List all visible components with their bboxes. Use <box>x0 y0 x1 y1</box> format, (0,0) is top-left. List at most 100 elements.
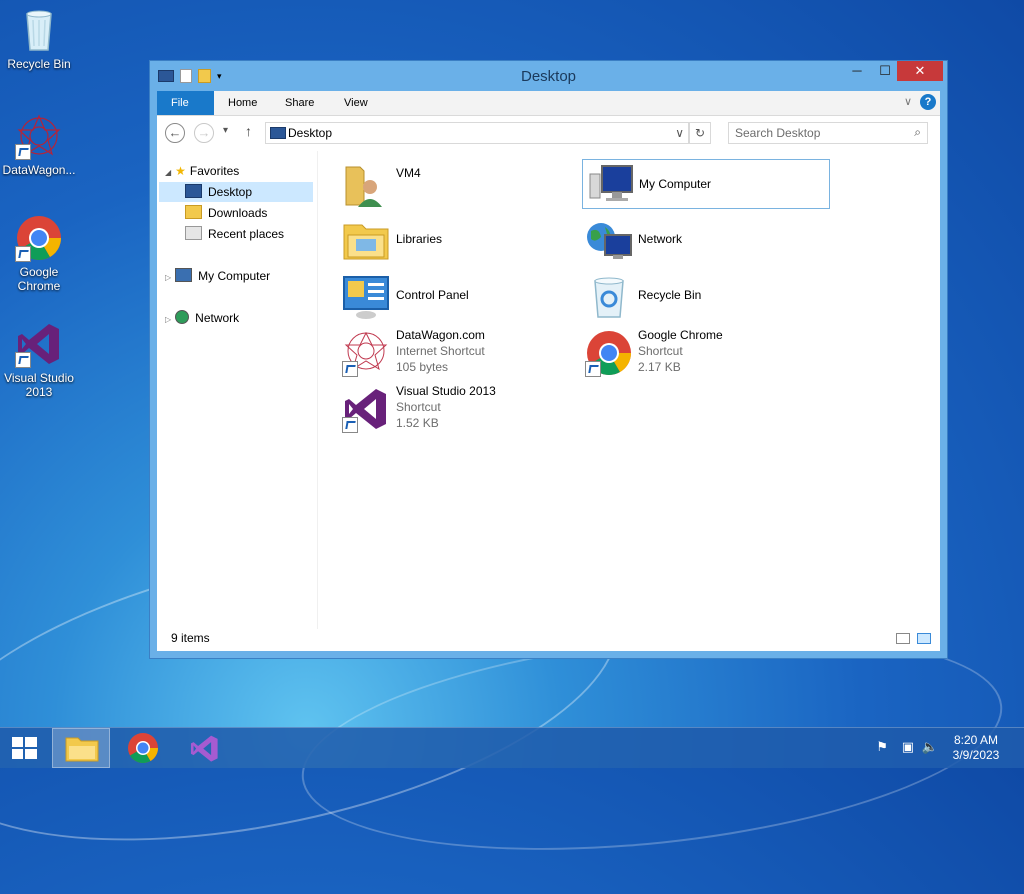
chevron-down-icon[interactable]: ∨ <box>675 126 684 140</box>
nav-label: Desktop <box>208 185 253 199</box>
nav-desktop[interactable]: Desktop <box>159 182 313 202</box>
list-item-datawagon[interactable]: DataWagon.com Internet Shortcut 105 byte… <box>328 327 578 379</box>
search-icon[interactable]: ⌕ <box>914 125 921 140</box>
recycle-bin-icon <box>15 6 63 54</box>
downloads-folder-icon <box>185 205 202 219</box>
address-text: Desktop <box>288 126 333 140</box>
forward-button[interactable]: → <box>194 123 214 143</box>
visual-studio-icon <box>342 385 390 433</box>
maximize-button[interactable]: ☐ <box>871 61 899 81</box>
collapsed-arrow-icon[interactable]: ▷ <box>165 273 171 282</box>
computer-icon <box>175 268 193 282</box>
item-name: DataWagon.com <box>396 328 485 342</box>
item-name: VM4 <box>396 166 421 180</box>
desktop-icon-recycle-bin[interactable]: Recycle Bin <box>0 6 78 71</box>
taskbar-chrome[interactable] <box>114 728 172 768</box>
item-name: Recycle Bin <box>638 288 702 302</box>
content-pane: VM4 My Computer Libraries Network Contro… <box>318 151 940 629</box>
list-item-control-panel[interactable]: Control Panel <box>328 271 578 323</box>
network-icon <box>175 310 190 324</box>
nav-label: Network <box>195 311 240 325</box>
nav-downloads[interactable]: Downloads <box>185 203 267 223</box>
desktop-icon <box>270 127 286 139</box>
desktop-icon-label: Recycle Bin <box>7 57 71 71</box>
recent-locations-button[interactable]: ▾ <box>223 125 228 136</box>
shortcut-arrow-icon <box>585 361 601 377</box>
tab-share[interactable]: Share <box>271 91 328 115</box>
desktop-icon-visual-studio[interactable]: Visual Studio 2013 <box>0 320 78 399</box>
back-button[interactable]: ← <box>165 123 185 143</box>
desktop-icon-datawagon[interactable]: DataWagon... <box>0 112 78 177</box>
minimize-button[interactable]: ─ <box>843 61 871 81</box>
chrome-icon <box>128 733 158 764</box>
explorer-window[interactable]: ▾ Desktop ─ ☐ ✕ File Home Share View ∨ ?… <box>149 60 948 659</box>
clock[interactable]: 8:20 AM 3/9/2023 <box>948 733 1004 763</box>
item-size: 2.17 KB <box>638 360 681 374</box>
window-client: File Home Share View ∨ ? ← → ▾ ↑ Desktop… <box>157 91 940 651</box>
tab-home[interactable]: Home <box>214 91 271 115</box>
desktop-icon-label: Visual Studio 2013 <box>4 371 74 399</box>
folder-icon <box>65 737 99 762</box>
shortcut-arrow-icon <box>342 361 358 377</box>
visual-studio-icon <box>190 735 218 762</box>
shortcut-arrow-icon <box>15 352 31 368</box>
address-bar-row: ← → ▾ ↑ Desktop ∨ ↻ Search Desktop ⌕ <box>157 116 940 151</box>
chrome-icon <box>15 214 63 262</box>
clock-time: 8:20 AM <box>953 733 999 747</box>
list-item-recycle-bin[interactable]: Recycle Bin <box>582 271 832 323</box>
user-folder-icon <box>342 161 390 209</box>
item-size: 105 bytes <box>396 360 449 374</box>
nav-favorites[interactable]: ◢ ★ Favorites <box>165 161 239 181</box>
libraries-icon <box>342 217 390 265</box>
tab-view[interactable]: View <box>330 91 382 115</box>
list-item-google-chrome[interactable]: Google Chrome Shortcut 2.17 KB <box>582 327 832 379</box>
refresh-button[interactable]: ↻ <box>689 122 711 144</box>
window-title: Desktop <box>520 68 577 85</box>
control-panel-icon <box>342 273 390 321</box>
item-name: Control Panel <box>396 288 469 302</box>
list-item-visual-studio[interactable]: Visual Studio 2013 Shortcut 1.52 KB <box>328 383 578 435</box>
item-size: 1.52 KB <box>396 416 439 430</box>
search-input[interactable]: Search Desktop ⌕ <box>728 122 928 144</box>
search-placeholder: Search Desktop <box>735 126 821 140</box>
recycle-bin-icon <box>585 273 633 321</box>
item-name: Visual Studio 2013 <box>396 384 496 398</box>
taskbar: ⚑ ▣ 🔈 8:20 AM 3/9/2023 <box>0 727 1024 768</box>
up-button[interactable]: ↑ <box>245 123 252 139</box>
nav-network[interactable]: ▷ Network <box>165 308 239 328</box>
expand-ribbon-icon[interactable]: ∨ <box>904 95 912 108</box>
desktop-icon-google-chrome[interactable]: Google Chrome <box>0 214 78 293</box>
volume-icon[interactable]: 🔈 <box>922 739 938 755</box>
flag-icon[interactable]: ⚑ <box>876 739 888 755</box>
shortcut-arrow-icon <box>15 246 31 262</box>
tab-file[interactable]: File <box>157 91 214 115</box>
close-button[interactable]: ✕ <box>897 61 943 81</box>
item-type: Shortcut <box>396 400 441 414</box>
nav-recent-places[interactable]: Recent places <box>185 224 284 244</box>
desktop-icon-label: DataWagon... <box>2 163 76 177</box>
network-status-icon[interactable]: ▣ <box>902 739 914 755</box>
navigation-pane: ◢ ★ Favorites Desktop Downloads Recent pla… <box>157 151 318 629</box>
list-item-vm4[interactable]: VM4 <box>328 159 578 211</box>
address-box[interactable]: Desktop ∨ <box>265 122 689 144</box>
list-item-my-computer[interactable]: My Computer <box>582 159 830 209</box>
status-item-count: 9 items <box>171 631 210 645</box>
taskbar-visual-studio[interactable] <box>176 728 234 768</box>
collapsed-arrow-icon[interactable]: ▷ <box>165 315 171 324</box>
details-view-button[interactable] <box>896 633 910 644</box>
start-button[interactable] <box>0 728 50 768</box>
list-item-network[interactable]: Network <box>582 215 832 267</box>
desktop-icon-label: Google Chrome <box>17 265 61 293</box>
help-icon[interactable]: ? <box>920 94 936 110</box>
expanded-arrow-icon[interactable]: ◢ <box>165 168 171 177</box>
list-item-libraries[interactable]: Libraries <box>328 215 578 267</box>
title-bar[interactable]: ▾ Desktop ─ ☐ ✕ <box>150 61 947 91</box>
item-name: Google Chrome <box>638 328 723 342</box>
computer-icon <box>586 160 634 208</box>
nav-my-computer[interactable]: ▷ My Computer <box>165 266 270 286</box>
windows-logo-icon <box>12 737 37 759</box>
large-icons-view-button[interactable] <box>917 633 931 644</box>
nav-label: Recent places <box>208 227 285 241</box>
item-name: Libraries <box>396 232 443 246</box>
taskbar-file-explorer[interactable] <box>52 728 110 768</box>
